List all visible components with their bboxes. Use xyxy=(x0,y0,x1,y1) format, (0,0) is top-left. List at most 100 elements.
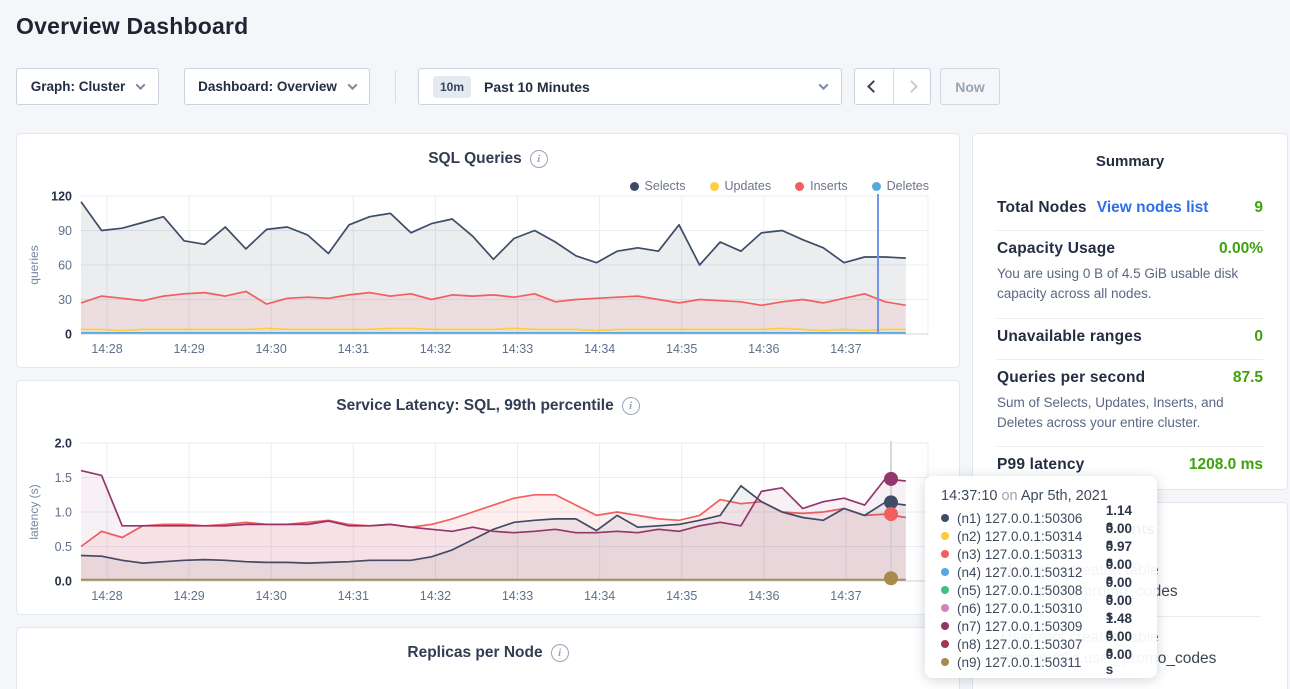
svg-text:30: 30 xyxy=(58,293,72,307)
info-icon[interactable]: i xyxy=(551,644,569,662)
time-back-button[interactable] xyxy=(855,69,893,104)
svg-text:14:31: 14:31 xyxy=(338,342,369,356)
chevron-left-icon xyxy=(867,80,880,93)
replicas-per-node-title: Replicas per Node xyxy=(407,644,542,662)
chevron-down-icon xyxy=(136,80,146,90)
svg-text:14:36: 14:36 xyxy=(748,342,779,356)
svg-text:14:32: 14:32 xyxy=(420,342,451,356)
time-forward-button[interactable] xyxy=(893,69,931,104)
series-dot-icon xyxy=(941,550,949,558)
tooltip-node-label: (n4) 127.0.0.1:50312 xyxy=(957,565,1106,580)
series-dot-icon xyxy=(941,622,949,630)
qps-value: 87.5 xyxy=(1233,369,1263,387)
service-latency-chart[interactable]: 0.0 0.5 1.0 1.5 2.0 14:28 14:29 14:30 14:31 14:32… xyxy=(17,381,961,616)
total-nodes-value: 9 xyxy=(1254,199,1263,217)
replicas-per-node-panel: Replicas per Node i xyxy=(16,627,960,689)
tooltip-node-label: (n1) 127.0.0.1:50306 xyxy=(957,511,1106,526)
tooltip-node-label: (n7) 127.0.0.1:50309 xyxy=(957,619,1106,634)
chevron-right-icon xyxy=(905,80,918,93)
summary-row-total-nodes: Total Nodes View nodes list 9 xyxy=(997,190,1263,231)
now-button[interactable]: Now xyxy=(940,68,1000,105)
tooltip-timestamp: 14:37:10 on Apr 5th, 2021 xyxy=(941,488,1143,504)
p99-latency-label: P99 latency xyxy=(997,456,1085,474)
time-range-badge: 10m xyxy=(433,76,471,98)
svg-text:14:29: 14:29 xyxy=(173,589,204,603)
series-dot-icon xyxy=(941,640,949,648)
svg-text:14:37: 14:37 xyxy=(830,342,861,356)
svg-text:1.0: 1.0 xyxy=(55,506,72,520)
unavailable-ranges-label: Unavailable ranges xyxy=(997,328,1142,346)
series-dot-icon xyxy=(941,532,949,540)
qps-label: Queries per second xyxy=(997,369,1145,387)
svg-text:14:32: 14:32 xyxy=(420,589,451,603)
svg-text:14:33: 14:33 xyxy=(502,342,533,356)
svg-text:14:29: 14:29 xyxy=(173,342,204,356)
svg-text:0.0: 0.0 xyxy=(55,575,72,589)
unavailable-ranges-value: 0 xyxy=(1254,328,1263,346)
p99-latency-value: 1208.0 ms xyxy=(1189,456,1263,474)
chevron-down-icon xyxy=(347,80,357,90)
tooltip-node-row: (n9) 127.0.0.1:503110.00 s xyxy=(941,653,1143,671)
summary-row-unavailable-ranges: Unavailable ranges 0 xyxy=(997,319,1263,360)
svg-text:14:35: 14:35 xyxy=(666,589,697,603)
series-dot-icon xyxy=(941,658,949,666)
overview-dashboard-page: { "page_title": "Overview Dashboard", "t… xyxy=(0,0,1290,689)
graph-scope-dropdown[interactable]: Graph: Cluster xyxy=(16,68,159,105)
svg-text:14:28: 14:28 xyxy=(91,589,122,603)
svg-text:0: 0 xyxy=(65,328,72,342)
svg-text:14:34: 14:34 xyxy=(584,342,615,356)
series-dot-icon xyxy=(941,604,949,612)
summary-heading: Summary xyxy=(973,134,1287,170)
total-nodes-label: Total Nodes xyxy=(997,199,1087,217)
toolbar-divider xyxy=(395,70,396,103)
tooltip-node-label: (n5) 127.0.0.1:50308 xyxy=(957,583,1106,598)
summary-panel: Summary Total Nodes View nodes list 9 Ca… xyxy=(972,133,1288,490)
tooltip-node-label: (n2) 127.0.0.1:50314 xyxy=(957,529,1106,544)
capacity-usage-value: 0.00% xyxy=(1219,240,1263,258)
svg-text:120: 120 xyxy=(51,190,72,204)
svg-text:queries: queries xyxy=(27,245,41,284)
summary-row-capacity: Capacity Usage 0.00% You are using 0 B o… xyxy=(997,231,1263,319)
svg-text:90: 90 xyxy=(58,224,72,238)
svg-text:14:31: 14:31 xyxy=(338,589,369,603)
svg-text:14:30: 14:30 xyxy=(256,342,287,356)
svg-text:0.5: 0.5 xyxy=(55,540,72,554)
time-range-dropdown[interactable]: 10m Past 10 Minutes xyxy=(418,68,842,105)
svg-text:14:35: 14:35 xyxy=(666,342,697,356)
capacity-usage-subtext: You are using 0 B of 4.5 GiB usable disk… xyxy=(997,264,1263,305)
svg-text:14:33: 14:33 xyxy=(502,589,533,603)
chart-hover-tooltip: 14:37:10 on Apr 5th, 2021 (n1) 127.0.0.1… xyxy=(925,476,1157,678)
series-dot-icon xyxy=(941,514,949,522)
summary-row-qps: Queries per second 87.5 Sum of Selects, … xyxy=(997,360,1263,448)
tooltip-node-label: (n3) 127.0.0.1:50313 xyxy=(957,547,1106,562)
view-nodes-list-link[interactable]: View nodes list xyxy=(1097,199,1209,217)
sql-queries-panel: SQL Queries i SelectsUpdatesInsertsDelet… xyxy=(16,133,960,368)
time-range-label: Past 10 Minutes xyxy=(484,79,820,95)
tooltip-node-value: 0.00 s xyxy=(1106,647,1143,677)
svg-text:latency (s): latency (s) xyxy=(27,484,41,539)
graph-scope-label: Graph: Cluster xyxy=(31,79,126,94)
series-dot-icon xyxy=(941,568,949,576)
sql-queries-chart[interactable]: 0 30 60 90 120 14:28 14:29 14:30 14:31 14:32 14:33… xyxy=(17,134,961,369)
tooltip-node-label: (n6) 127.0.0.1:50310 xyxy=(957,601,1106,616)
qps-subtext: Sum of Selects, Updates, Inserts, and De… xyxy=(997,393,1263,434)
svg-text:14:34: 14:34 xyxy=(584,589,615,603)
time-step-buttons xyxy=(854,68,931,105)
svg-text:2.0: 2.0 xyxy=(55,437,72,451)
svg-text:1.5: 1.5 xyxy=(55,471,72,485)
tooltip-node-label: (n9) 127.0.0.1:50311 xyxy=(957,655,1106,670)
svg-text:14:37: 14:37 xyxy=(830,589,861,603)
capacity-usage-label: Capacity Usage xyxy=(997,240,1115,258)
page-title: Overview Dashboard xyxy=(16,13,248,40)
service-latency-panel: Service Latency: SQL, 99th percentile i … xyxy=(16,380,960,615)
svg-text:14:28: 14:28 xyxy=(91,342,122,356)
svg-text:60: 60 xyxy=(58,259,72,273)
now-button-label: Now xyxy=(955,79,985,95)
dashboard-label: Dashboard: Overview xyxy=(198,79,337,94)
tooltip-node-label: (n8) 127.0.0.1:50307 xyxy=(957,637,1106,652)
dashboard-dropdown[interactable]: Dashboard: Overview xyxy=(184,68,370,105)
svg-text:14:36: 14:36 xyxy=(748,589,779,603)
chevron-down-icon xyxy=(819,80,829,90)
svg-text:14:30: 14:30 xyxy=(256,589,287,603)
series-dot-icon xyxy=(941,586,949,594)
